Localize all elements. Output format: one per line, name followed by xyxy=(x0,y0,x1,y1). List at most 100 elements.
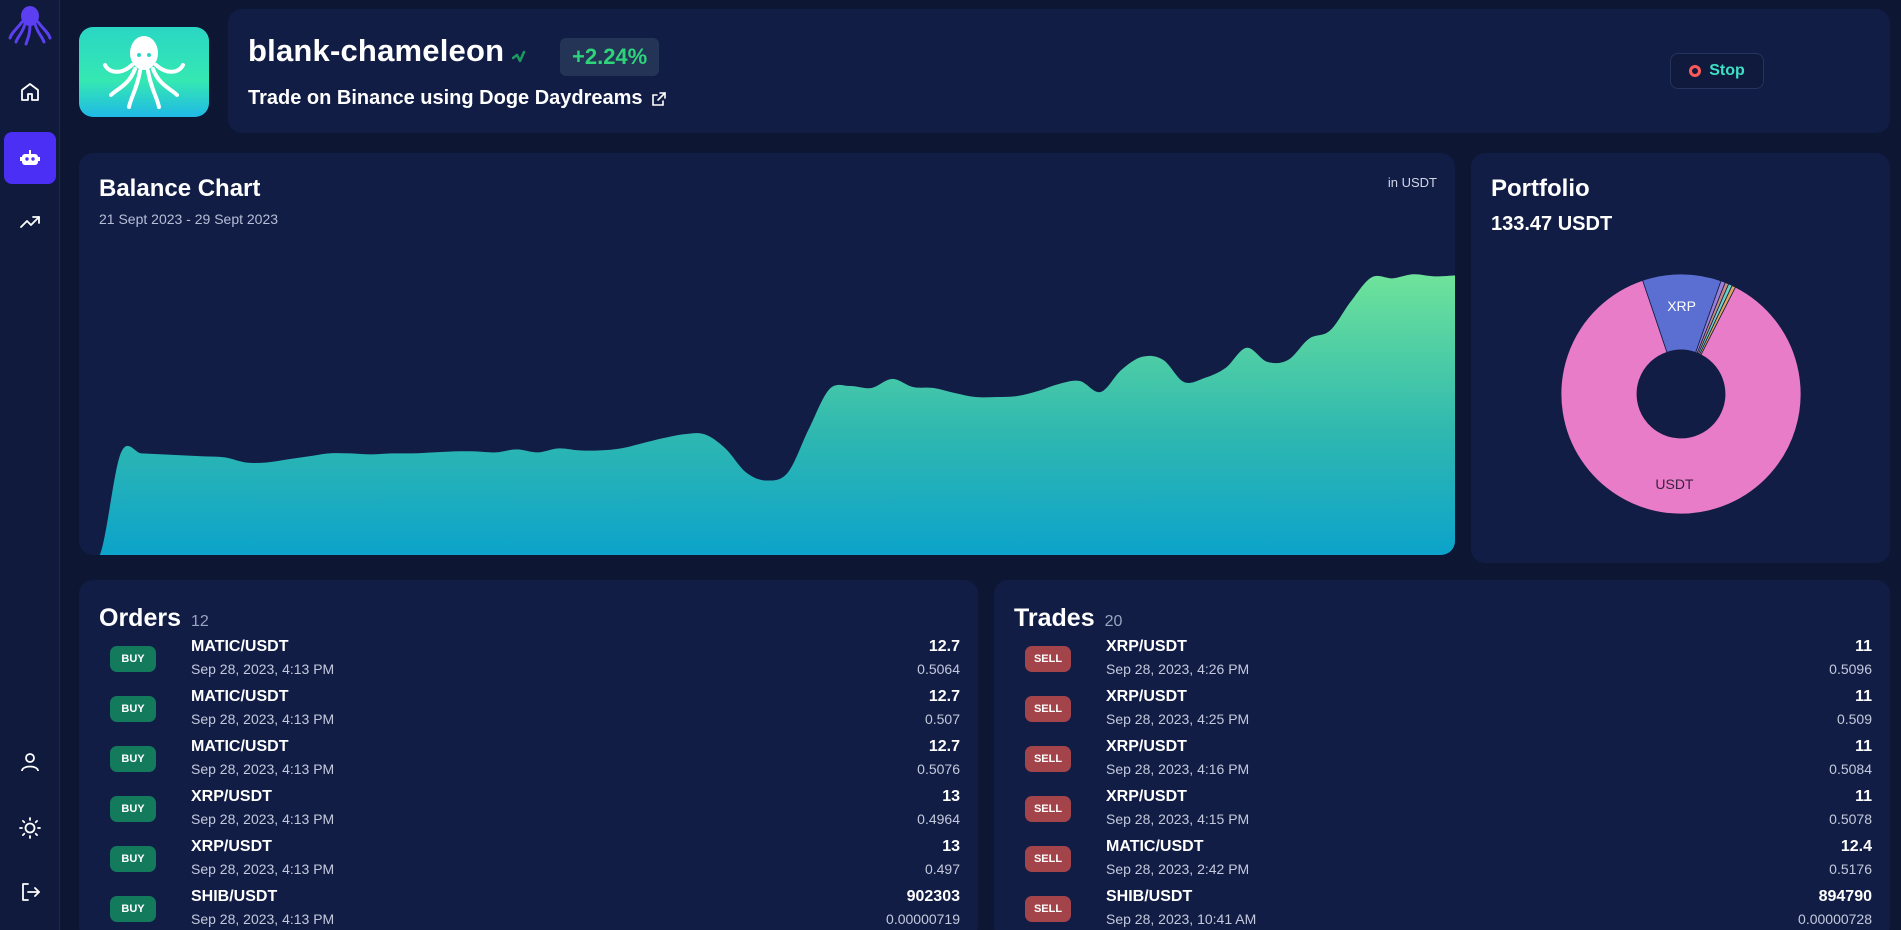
price: 0.5176 xyxy=(1829,861,1872,877)
trades-count: 20 xyxy=(1104,613,1123,630)
nav-profile[interactable] xyxy=(4,736,56,788)
change-badge: +2.24% xyxy=(560,38,660,76)
trades-list: SELL XRP/USDT Sep 28, 2023, 4:26 PM 11 0… xyxy=(994,636,1890,930)
orders-card: Orders 12 BUY MATIC/USDT Sep 28, 2023, 4… xyxy=(79,580,978,930)
sun-icon xyxy=(19,817,41,839)
pair: MATIC/USDT xyxy=(191,638,289,655)
order-row[interactable]: BUY XRP/USDT Sep 28, 2023, 4:13 PM 13 0.… xyxy=(79,836,978,886)
pair: SHIB/USDT xyxy=(1106,888,1193,905)
order-row[interactable]: BUY MATIC/USDT Sep 28, 2023, 4:13 PM 12.… xyxy=(79,736,978,786)
quantity: 13 xyxy=(942,838,960,855)
orders-header: Orders 12 xyxy=(99,604,209,633)
trade-row[interactable]: SELL XRP/USDT Sep 28, 2023, 4:16 PM 11 0… xyxy=(994,736,1890,786)
bot-header: blank-chameleon +2.24% Trade on Binance … xyxy=(228,9,1890,133)
pair: MATIC/USDT xyxy=(1106,838,1204,855)
quantity: 12.7 xyxy=(928,638,960,655)
price: 0.5064 xyxy=(917,661,960,677)
side-badge: SELL xyxy=(1025,896,1071,922)
stop-label: Stop xyxy=(1709,62,1745,79)
side-badge: SELL xyxy=(1025,846,1071,872)
pair: XRP/USDT xyxy=(1106,688,1187,705)
order-row[interactable]: BUY MATIC/USDT Sep 28, 2023, 4:13 PM 12.… xyxy=(79,636,978,686)
orders-count: 12 xyxy=(190,613,209,630)
octopus-logo-icon[interactable] xyxy=(8,2,52,46)
balance-area-series xyxy=(79,274,1455,555)
order-row[interactable]: BUY SHIB/USDT Sep 28, 2023, 4:13 PM 9023… xyxy=(79,886,978,930)
price: 0.4964 xyxy=(917,811,960,827)
nav-markets[interactable] xyxy=(4,196,56,248)
timestamp: Sep 28, 2023, 4:13 PM xyxy=(191,911,335,927)
price: 0.497 xyxy=(924,861,960,877)
nav-home[interactable] xyxy=(4,66,56,118)
orders-list: BUY MATIC/USDT Sep 28, 2023, 4:13 PM 12.… xyxy=(79,636,978,930)
quantity: 11 xyxy=(1855,738,1872,755)
timestamp: Sep 28, 2023, 4:15 PM xyxy=(1106,811,1250,827)
pair: XRP/USDT xyxy=(191,838,272,855)
pair: MATIC/USDT xyxy=(191,688,289,705)
trades-title: Trades xyxy=(1014,604,1095,632)
orders-title: Orders xyxy=(99,604,181,632)
theme-toggle[interactable] xyxy=(4,802,56,854)
balance-chart-range: 21 Sept 2023 - 29 Sept 2023 xyxy=(99,211,279,227)
side-badge: SELL xyxy=(1025,646,1071,672)
price: 0.507 xyxy=(924,711,960,727)
quantity: 894790 xyxy=(1818,888,1872,905)
quantity: 12.4 xyxy=(1840,838,1872,855)
stop-button[interactable]: Stop xyxy=(1670,53,1764,89)
trades-header: Trades 20 xyxy=(1014,604,1122,633)
order-row[interactable]: BUY MATIC/USDT Sep 28, 2023, 4:13 PM 12.… xyxy=(79,686,978,736)
side-badge: SELL xyxy=(1025,696,1071,722)
trade-row[interactable]: SELL XRP/USDT Sep 28, 2023, 4:15 PM 11 0… xyxy=(994,786,1890,836)
logout-button[interactable] xyxy=(4,866,56,918)
pair: XRP/USDT xyxy=(1106,638,1187,655)
trending-up-icon xyxy=(20,216,40,228)
price: 0.00000719 xyxy=(886,911,960,927)
side-badge: SELL xyxy=(1025,746,1071,772)
nav-bots[interactable] xyxy=(4,132,56,184)
trade-row[interactable]: SELL XRP/USDT Sep 28, 2023, 4:26 PM 11 0… xyxy=(994,636,1890,686)
quantity: 11 xyxy=(1855,788,1872,805)
trade-row[interactable]: SELL MATIC/USDT Sep 28, 2023, 2:42 PM 12… xyxy=(994,836,1890,886)
balance-chart xyxy=(79,274,1455,555)
sparkline-icon xyxy=(512,50,526,63)
quantity: 12.7 xyxy=(928,738,960,755)
pair: XRP/USDT xyxy=(1106,738,1187,755)
logout-icon xyxy=(22,883,40,901)
portfolio-card: XRP USDT Portfolio 133.47 USDT xyxy=(1471,153,1890,563)
balance-chart-title: Balance Chart xyxy=(99,175,261,202)
price: 0.00000728 xyxy=(1798,911,1872,927)
pair: SHIB/USDT xyxy=(191,888,278,905)
quantity: 11 xyxy=(1855,688,1872,705)
timestamp: Sep 28, 2023, 4:13 PM xyxy=(191,811,335,827)
balance-unit-label: in USDT xyxy=(1387,175,1437,190)
price: 0.5084 xyxy=(1829,761,1872,777)
side-badge: SELL xyxy=(1025,796,1071,822)
user-icon xyxy=(21,753,39,772)
side-badge: BUY xyxy=(110,696,156,722)
timestamp: Sep 28, 2023, 4:13 PM xyxy=(191,711,335,727)
bot-avatar xyxy=(79,27,209,117)
robot-icon xyxy=(20,150,40,165)
order-row[interactable]: BUY XRP/USDT Sep 28, 2023, 4:13 PM 13 0.… xyxy=(79,786,978,836)
portfolio-slice-label: XRP xyxy=(1667,298,1696,314)
price: 0.5096 xyxy=(1829,661,1872,677)
side-badge: BUY xyxy=(110,646,156,672)
home-icon xyxy=(21,83,39,101)
price: 0.5076 xyxy=(917,761,960,777)
octopus-icon xyxy=(103,36,185,109)
trade-row[interactable]: SELL XRP/USDT Sep 28, 2023, 4:25 PM 11 0… xyxy=(994,686,1890,736)
stop-icon xyxy=(1689,65,1702,77)
bot-subtitle-link[interactable]: Trade on Binance using Doge Daydreams xyxy=(248,87,667,110)
side-badge: BUY xyxy=(110,796,156,822)
timestamp: Sep 28, 2023, 4:13 PM xyxy=(191,761,335,777)
price: 0.509 xyxy=(1836,711,1872,727)
quantity: 11 xyxy=(1855,638,1872,655)
external-link-icon xyxy=(651,91,666,106)
quantity: 12.7 xyxy=(928,688,960,705)
timestamp: Sep 28, 2023, 4:13 PM xyxy=(191,661,335,677)
balance-chart-card: Balance Chart 21 Sept 2023 - 29 Sept 202… xyxy=(79,153,1455,555)
timestamp: Sep 28, 2023, 10:41 AM xyxy=(1106,911,1257,927)
trade-row[interactable]: SELL SHIB/USDT Sep 28, 2023, 10:41 AM 89… xyxy=(994,886,1890,930)
bot-subtitle: Trade on Binance using Doge Daydreams xyxy=(248,87,643,109)
timestamp: Sep 28, 2023, 4:26 PM xyxy=(1106,661,1250,677)
